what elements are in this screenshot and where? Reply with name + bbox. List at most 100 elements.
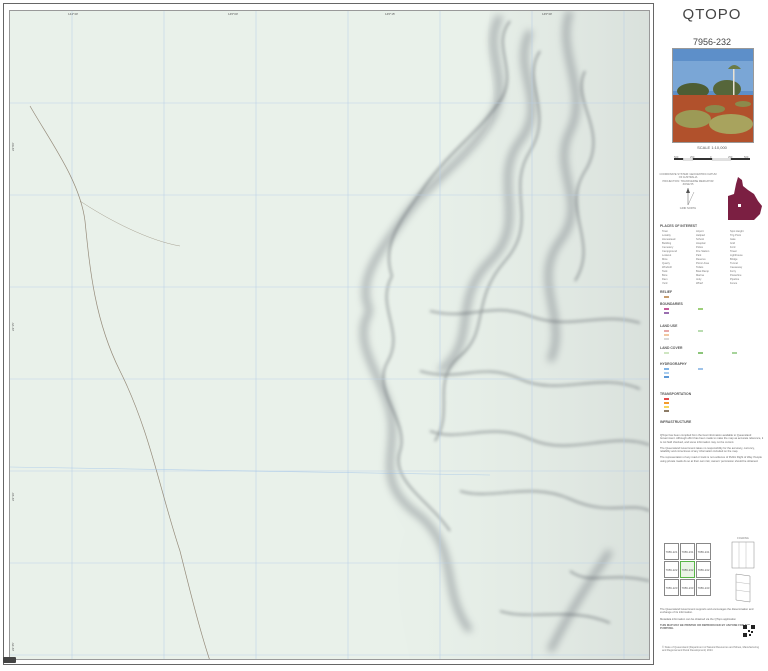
index-sheet[interactable]: 7956-243 xyxy=(696,579,711,596)
legend-item: Jetty xyxy=(696,278,702,281)
topographic-map[interactable]: 144°30' 145°00' 145°15' 145°30' 22°00' 2… xyxy=(9,10,650,660)
index-sheet[interactable]: 7956-221 xyxy=(664,543,679,560)
legend-item: Lookout xyxy=(662,254,672,257)
legend-item: Reserve xyxy=(696,258,706,261)
legend-item: Mine xyxy=(662,258,668,261)
legend-item: Quarry xyxy=(662,262,670,265)
legend-swatch xyxy=(698,330,703,332)
index-sheet[interactable]: 7956-223 xyxy=(664,579,679,596)
legend-item: Cemetery xyxy=(662,246,674,249)
coord-left-3: 22°30' xyxy=(11,492,15,501)
legend-heading-land-use: LAND USE xyxy=(660,324,678,328)
legend-item: Pipeline xyxy=(730,278,740,281)
legend-swatch xyxy=(664,334,669,336)
sheet-number: 7956-232 xyxy=(692,37,732,47)
legend-item: Causeway xyxy=(730,266,743,269)
map-sheet: 144°30' 145°00' 145°15' 145°30' 22°00' 2… xyxy=(0,0,768,671)
legend-heading-relief: RELIEF xyxy=(660,290,673,294)
legend-item: Bridge xyxy=(730,258,738,261)
index-sheet[interactable]: 7956-233 xyxy=(680,579,695,596)
legend-item: Lighthouse xyxy=(730,254,743,257)
note-paragraph: The Queensland Government takes no respo… xyxy=(660,446,755,454)
landscape-photo xyxy=(672,48,754,143)
legend-item: Wharf xyxy=(696,282,703,285)
legend-swatch xyxy=(664,406,669,408)
legend-item: Dam xyxy=(662,278,668,281)
legend-heading-infrastructure: INFRASTRUCTURE xyxy=(660,420,692,424)
map-frame: 144°30' 145°00' 145°15' 145°30' 22°00' 2… xyxy=(3,3,654,665)
legend-heading-transport: TRANSPORTATION xyxy=(660,392,692,396)
folding-diagram: FOLDING xyxy=(728,537,758,607)
map-info-panel: QTOPO 7956-232 SCALE 1:10,000 500 250 0 … xyxy=(656,0,768,671)
legend-item: Gate xyxy=(730,238,736,241)
legend-swatch xyxy=(664,308,669,310)
legend-item: Town xyxy=(662,230,669,233)
coord-top-3: 145°15' xyxy=(385,12,396,16)
legend-item: Yard xyxy=(662,282,668,285)
legend-swatch xyxy=(664,402,669,404)
note-paragraph: Metadata information can be obtained via… xyxy=(660,617,737,621)
disclaimer-notes: QTopo has been compiled from the best in… xyxy=(660,434,764,466)
legend-heading-land-cover: LAND COVER xyxy=(660,346,683,350)
creative-commons-icon xyxy=(3,657,16,663)
legend-swatch xyxy=(664,330,669,332)
legend-item: School xyxy=(696,238,704,241)
scale-tick-2: 250 xyxy=(690,156,695,159)
legend-swatch xyxy=(698,352,703,354)
legend-swatch xyxy=(698,308,703,310)
legend-item: Ford xyxy=(730,246,736,249)
index-sheet[interactable]: 7956-241 xyxy=(696,543,711,560)
index-sheet-current[interactable]: 7956-232 xyxy=(680,561,695,578)
legend-item: Spot Height xyxy=(730,230,744,233)
scale-tick-4: 250 xyxy=(728,156,733,159)
legend-item: Hospital xyxy=(696,242,706,245)
projection-line: COORDINATE SYSTEM: GEOCENTRIC DATUM OF A… xyxy=(659,173,717,180)
legend-item: Helipad xyxy=(696,234,705,237)
legend-item: Police xyxy=(696,246,704,249)
coord-left-1: 22°00' xyxy=(11,142,15,151)
legend-swatch xyxy=(664,410,669,412)
scale-bar: 500 250 0 250 500 xyxy=(674,153,750,161)
legend-item: Boat Ramp xyxy=(696,270,709,273)
adjoining-sheets-index: 7956-221 7956-231 7956-241 7956-222 7956… xyxy=(664,543,712,597)
map-legend: PLACES OF INTEREST Town Locality Homeste… xyxy=(660,224,764,430)
legend-item: Picnic Area xyxy=(696,262,709,265)
legend-swatch xyxy=(664,376,669,378)
projection-info: COORDINATE SYSTEM: GEOCENTRIC DATUM OF A… xyxy=(658,173,718,211)
map-canvas xyxy=(10,11,649,659)
legend-swatch xyxy=(732,352,737,354)
scale-tick-3: 0 xyxy=(710,156,712,159)
legend-item: Bore xyxy=(662,274,668,277)
legend-item: Grid xyxy=(730,242,735,245)
legend-item: Ferry xyxy=(730,270,737,273)
scale-label: SCALE 1:10,000 xyxy=(697,145,727,150)
legend-item: Tower xyxy=(730,250,737,253)
legend-swatch xyxy=(664,398,669,400)
scale-tick-1: 500 xyxy=(674,156,679,159)
legend-item: Powerline xyxy=(730,274,742,277)
note-paragraph: The Queensland Government supports and e… xyxy=(660,608,754,615)
index-sheet[interactable]: 7956-222 xyxy=(664,561,679,578)
legend-item: Campground xyxy=(662,250,677,253)
grid-north-label: GRID NORTH xyxy=(679,207,697,211)
coord-top-4: 145°30' xyxy=(542,12,553,16)
legend-heading-boundaries: BOUNDARIES xyxy=(660,302,683,306)
legend-item: Fire Station xyxy=(696,250,710,253)
note-paragraph: The representation of any road or track … xyxy=(660,456,762,463)
legend-item: Building xyxy=(662,242,672,245)
legend-item: Tank xyxy=(662,270,668,273)
legend-item: Fence xyxy=(730,282,738,285)
coord-top-1: 144°30' xyxy=(68,12,79,16)
legend-item: Toilets xyxy=(696,266,704,269)
copyright-credit: © State of Queensland (Department of Nat… xyxy=(662,646,760,653)
coord-left-4: 22°45' xyxy=(11,642,15,651)
legend-swatch xyxy=(664,312,669,314)
qr-code-icon[interactable] xyxy=(743,624,755,637)
scale-tick-5: 500 xyxy=(744,156,749,159)
legend-swatch xyxy=(664,296,669,298)
index-sheet[interactable]: 7956-242 xyxy=(696,561,711,578)
index-sheet[interactable]: 7956-231 xyxy=(680,543,695,560)
legend-swatch xyxy=(698,368,703,370)
legend-item: Tunnel xyxy=(730,262,738,265)
legend-swatch xyxy=(664,352,669,354)
